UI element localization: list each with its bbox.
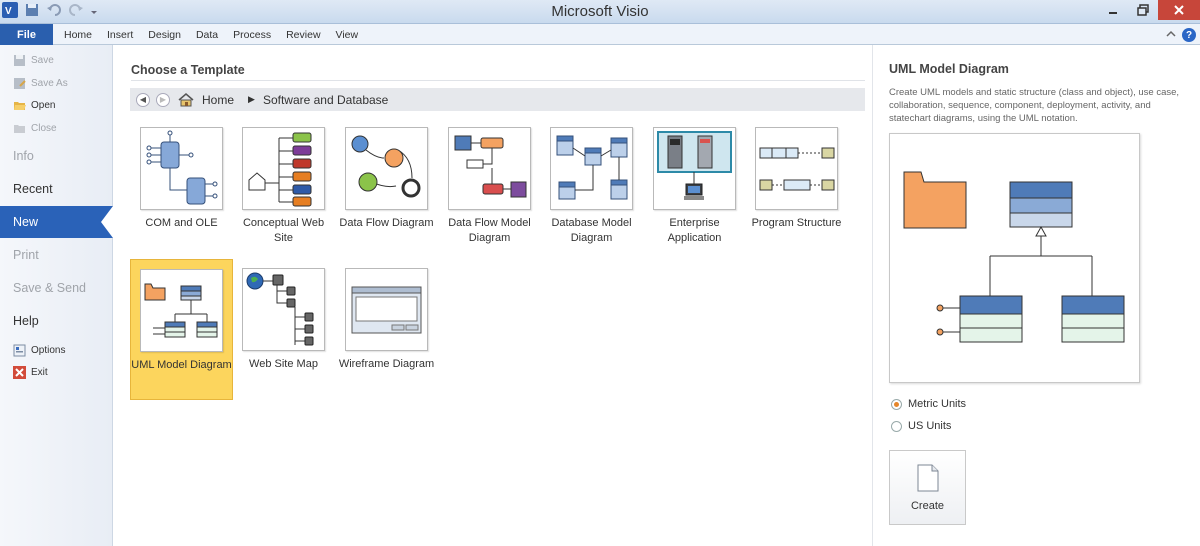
close-file-icon [14, 125, 25, 133]
template-chooser: Choose a Template ◀ ▶ Home ▶ Software an… [113, 45, 872, 546]
tab-review[interactable]: Review [286, 29, 320, 41]
template-label: Data Flow Model Diagram [448, 217, 531, 244]
forward-arrow-icon[interactable]: ▶ [156, 92, 170, 107]
template-com-and-ole[interactable]: COM and OLE [130, 127, 233, 231]
template-details-panel: UML Model Diagram Create UML models and … [872, 45, 1200, 546]
template-label: Wireframe Diagram [338, 358, 435, 370]
backstage-nav: Save Save As Open Close Info Recent New … [0, 45, 113, 546]
backstage-options[interactable]: Options [13, 344, 65, 357]
template-label: COM and OLE [145, 217, 218, 229]
us-units-label: US Units [908, 420, 952, 432]
backstage-close[interactable]: Close [13, 122, 57, 135]
database-model-thumbnail [550, 127, 633, 210]
radio-unchecked-icon [891, 420, 902, 432]
back-arrow-icon[interactable]: ◀ [136, 92, 150, 107]
template-label: Enterprise Application [667, 217, 722, 244]
template-database-model-diagram[interactable]: Database Model Diagram [540, 127, 643, 246]
backstage-open[interactable]: Open [13, 99, 55, 112]
title-bar: V Microsoft Visio [0, 0, 1200, 24]
tab-insert[interactable]: Insert [107, 29, 133, 41]
save-icon [14, 55, 25, 66]
template-conceptual-web-site[interactable]: Conceptual Web Site [232, 127, 335, 246]
tab-view[interactable]: View [336, 29, 359, 41]
page-title: Choose a Template [131, 63, 245, 77]
template-web-site-map[interactable]: Web Site Map [232, 268, 335, 372]
backstage-print[interactable]: Print [13, 248, 39, 262]
backstage-exit[interactable]: Exit [13, 366, 48, 379]
uml-model-thumbnail [140, 269, 223, 352]
backstage-open-label: Open [31, 100, 56, 111]
us-units-radio[interactable]: US Units [891, 420, 951, 432]
ribbon-right-controls: ? [1166, 26, 1196, 44]
metric-units-radio[interactable]: Metric Units [891, 398, 966, 410]
tab-file[interactable]: File [0, 24, 53, 45]
details-description: Create UML models and static structure (… [889, 87, 1180, 124]
program-structure-thumbnail [755, 127, 838, 210]
template-uml-model-diagram[interactable]: UML Model Diagram [130, 259, 233, 400]
template-preview [889, 133, 1140, 383]
backstage-save-send[interactable]: Save & Send [13, 281, 86, 295]
minimize-ribbon-icon[interactable] [1166, 26, 1176, 44]
save-as-icon [14, 78, 26, 89]
enterprise-application-thumbnail [653, 127, 736, 210]
breadcrumb-separator-icon: ▶ [248, 94, 255, 104]
backstage-close-label: Close [31, 123, 57, 134]
minimize-icon[interactable] [1098, 0, 1128, 20]
create-button-label: Create [910, 499, 945, 512]
tab-process[interactable]: Process [233, 29, 271, 41]
template-label: Database Model Diagram [551, 217, 632, 244]
tab-home[interactable]: Home [64, 29, 92, 41]
template-label: Conceptual Web Site [242, 217, 325, 244]
backstage-options-label: Options [31, 345, 66, 356]
open-folder-icon [14, 102, 26, 110]
divider [131, 80, 865, 81]
com-and-ole-thumbnail [140, 127, 223, 210]
metric-units-label: Metric Units [908, 398, 967, 410]
radio-checked-icon [891, 398, 902, 410]
backstage-save-as-label: Save As [31, 78, 68, 89]
backstage-new[interactable]: New [0, 206, 113, 238]
breadcrumb: ◀ ▶ Home ▶ Software and Database [130, 88, 865, 111]
window-title: Microsoft Visio [551, 3, 649, 20]
template-label: Data Flow Diagram [339, 217, 434, 229]
wireframe-diagram-thumbnail [345, 268, 428, 351]
template-data-flow-diagram[interactable]: Data Flow Diagram [335, 127, 438, 231]
ribbon-tab-bar: File Home Insert Design Data Process Rev… [0, 24, 1200, 45]
template-label: Web Site Map [249, 358, 318, 370]
new-document-icon [917, 464, 938, 491]
template-program-structure[interactable]: Program Structure [745, 127, 848, 231]
backstage-info[interactable]: Info [13, 149, 34, 163]
tab-design[interactable]: Design [148, 29, 181, 41]
template-label: UML Model Diagram [131, 359, 232, 371]
backstage-help[interactable]: Help [13, 314, 39, 328]
data-flow-model-thumbnail [448, 127, 531, 210]
details-title: UML Model Diagram [889, 62, 1009, 76]
backstage-save-as[interactable]: Save As [13, 77, 68, 90]
backstage-recent[interactable]: Recent [13, 182, 53, 196]
breadcrumb-home[interactable]: Home [202, 93, 234, 107]
window-controls [1098, 0, 1200, 20]
backstage-new-label: New [13, 215, 39, 229]
template-data-flow-model-diagram[interactable]: Data Flow Model Diagram [438, 127, 541, 246]
backstage-save[interactable]: Save [13, 54, 54, 67]
ribbon-tabs: Home Insert Design Data Process Review V… [64, 24, 358, 45]
help-icon[interactable]: ? [1182, 28, 1196, 42]
home-icon [178, 92, 194, 106]
data-flow-diagram-thumbnail [345, 127, 428, 210]
web-site-map-thumbnail [242, 268, 325, 351]
close-icon[interactable] [1158, 0, 1200, 20]
template-wireframe-diagram[interactable]: Wireframe Diagram [335, 268, 438, 372]
backstage-exit-label: Exit [31, 367, 48, 378]
conceptual-web-site-thumbnail [242, 127, 325, 210]
template-label: Program Structure [751, 217, 842, 229]
create-button[interactable]: Create [889, 450, 966, 525]
tab-data[interactable]: Data [196, 29, 218, 41]
restore-icon[interactable] [1128, 0, 1158, 20]
breadcrumb-current: Software and Database [262, 92, 389, 107]
options-icon [13, 344, 26, 357]
backstage-save-label: Save [31, 55, 54, 66]
template-enterprise-application[interactable]: Enterprise Application [643, 127, 746, 246]
exit-icon [13, 366, 26, 379]
